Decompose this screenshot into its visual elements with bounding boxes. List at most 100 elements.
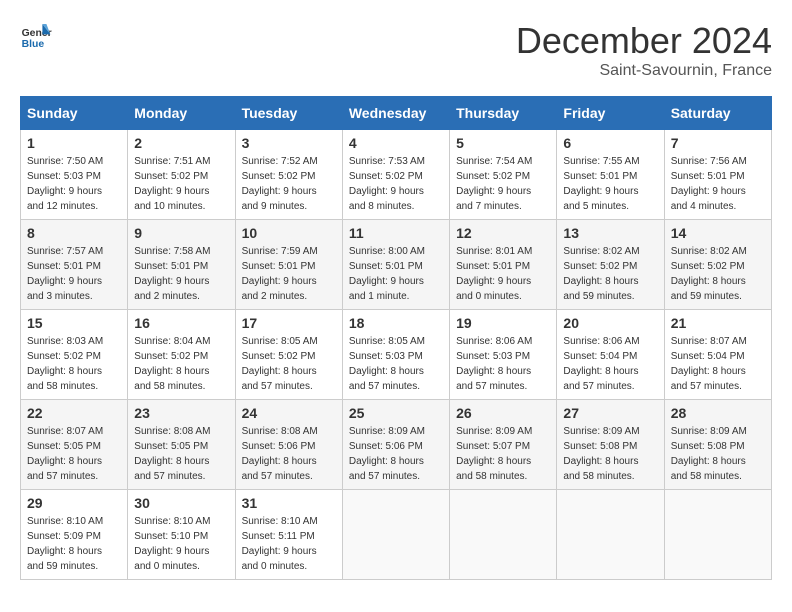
day-number: 13 xyxy=(563,225,657,241)
daylight-text: Daylight: 9 hours and 0 minutes. xyxy=(134,546,209,572)
sunset-text: Sunset: 5:01 PM xyxy=(563,171,637,182)
daylight-text: Daylight: 9 hours and 12 minutes. xyxy=(27,186,102,212)
svg-text:Blue: Blue xyxy=(22,39,45,50)
day-info: Sunrise: 7:55 AM Sunset: 5:01 PM Dayligh… xyxy=(563,154,657,214)
daylight-text: Daylight: 9 hours and 0 minutes. xyxy=(242,546,317,572)
daylight-text: Daylight: 9 hours and 10 minutes. xyxy=(134,186,209,212)
day-info: Sunrise: 8:09 AM Sunset: 5:06 PM Dayligh… xyxy=(349,424,443,484)
sunrise-text: Sunrise: 7:58 AM xyxy=(134,246,210,257)
day-number: 19 xyxy=(456,315,550,331)
sunrise-text: Sunrise: 7:53 AM xyxy=(349,156,425,167)
sunrise-text: Sunrise: 8:10 AM xyxy=(134,516,210,527)
calendar-cell: 9 Sunrise: 7:58 AM Sunset: 5:01 PM Dayli… xyxy=(128,220,235,310)
sunrise-text: Sunrise: 8:09 AM xyxy=(563,426,639,437)
calendar-cell: 19 Sunrise: 8:06 AM Sunset: 5:03 PM Dayl… xyxy=(450,310,557,400)
calendar-cell: 3 Sunrise: 7:52 AM Sunset: 5:02 PM Dayli… xyxy=(235,130,342,220)
sunrise-text: Sunrise: 8:02 AM xyxy=(671,246,747,257)
calendar-cell: 12 Sunrise: 8:01 AM Sunset: 5:01 PM Dayl… xyxy=(450,220,557,310)
daylight-text: Daylight: 8 hours and 58 minutes. xyxy=(671,456,746,482)
weekday-header-row: Sunday Monday Tuesday Wednesday Thursday… xyxy=(21,97,772,130)
daylight-text: Daylight: 8 hours and 58 minutes. xyxy=(134,366,209,392)
sunset-text: Sunset: 5:06 PM xyxy=(349,441,423,452)
header-tuesday: Tuesday xyxy=(235,97,342,130)
day-info: Sunrise: 8:00 AM Sunset: 5:01 PM Dayligh… xyxy=(349,244,443,304)
title-block: December 2024 Saint-Savournin, France xyxy=(516,20,772,80)
sunrise-text: Sunrise: 8:03 AM xyxy=(27,336,103,347)
calendar-cell: 16 Sunrise: 8:04 AM Sunset: 5:02 PM Dayl… xyxy=(128,310,235,400)
sunset-text: Sunset: 5:03 PM xyxy=(27,171,101,182)
sunset-text: Sunset: 5:02 PM xyxy=(671,261,745,272)
day-info: Sunrise: 8:04 AM Sunset: 5:02 PM Dayligh… xyxy=(134,334,228,394)
day-info: Sunrise: 8:07 AM Sunset: 5:04 PM Dayligh… xyxy=(671,334,765,394)
day-info: Sunrise: 8:02 AM Sunset: 5:02 PM Dayligh… xyxy=(671,244,765,304)
day-number: 30 xyxy=(134,495,228,511)
sunrise-text: Sunrise: 8:01 AM xyxy=(456,246,532,257)
sunset-text: Sunset: 5:04 PM xyxy=(671,351,745,362)
daylight-text: Daylight: 8 hours and 58 minutes. xyxy=(27,366,102,392)
calendar-cell: 2 Sunrise: 7:51 AM Sunset: 5:02 PM Dayli… xyxy=(128,130,235,220)
calendar-cell: 28 Sunrise: 8:09 AM Sunset: 5:08 PM Dayl… xyxy=(664,400,771,490)
day-info: Sunrise: 8:05 AM Sunset: 5:03 PM Dayligh… xyxy=(349,334,443,394)
sunset-text: Sunset: 5:05 PM xyxy=(27,441,101,452)
sunrise-text: Sunrise: 7:51 AM xyxy=(134,156,210,167)
sunrise-text: Sunrise: 8:10 AM xyxy=(242,516,318,527)
header-sunday: Sunday xyxy=(21,97,128,130)
day-number: 29 xyxy=(27,495,121,511)
day-number: 16 xyxy=(134,315,228,331)
sunrise-text: Sunrise: 8:09 AM xyxy=(349,426,425,437)
daylight-text: Daylight: 8 hours and 57 minutes. xyxy=(349,366,424,392)
day-number: 11 xyxy=(349,225,443,241)
daylight-text: Daylight: 9 hours and 0 minutes. xyxy=(456,276,531,302)
daylight-text: Daylight: 8 hours and 57 minutes. xyxy=(671,366,746,392)
sunrise-text: Sunrise: 7:50 AM xyxy=(27,156,103,167)
day-number: 20 xyxy=(563,315,657,331)
sunrise-text: Sunrise: 8:07 AM xyxy=(671,336,747,347)
daylight-text: Daylight: 8 hours and 57 minutes. xyxy=(456,366,531,392)
calendar-cell: 7 Sunrise: 7:56 AM Sunset: 5:01 PM Dayli… xyxy=(664,130,771,220)
sunset-text: Sunset: 5:06 PM xyxy=(242,441,316,452)
sunrise-text: Sunrise: 7:56 AM xyxy=(671,156,747,167)
calendar-week-row: 1 Sunrise: 7:50 AM Sunset: 5:03 PM Dayli… xyxy=(21,130,772,220)
day-number: 25 xyxy=(349,405,443,421)
calendar-cell: 22 Sunrise: 8:07 AM Sunset: 5:05 PM Dayl… xyxy=(21,400,128,490)
day-info: Sunrise: 8:09 AM Sunset: 5:08 PM Dayligh… xyxy=(563,424,657,484)
day-info: Sunrise: 8:08 AM Sunset: 5:06 PM Dayligh… xyxy=(242,424,336,484)
sunrise-text: Sunrise: 8:05 AM xyxy=(349,336,425,347)
sunrise-text: Sunrise: 7:55 AM xyxy=(563,156,639,167)
calendar-cell: 27 Sunrise: 8:09 AM Sunset: 5:08 PM Dayl… xyxy=(557,400,664,490)
day-number: 7 xyxy=(671,135,765,151)
sunset-text: Sunset: 5:11 PM xyxy=(242,531,315,542)
sunset-text: Sunset: 5:05 PM xyxy=(134,441,208,452)
daylight-text: Daylight: 9 hours and 2 minutes. xyxy=(242,276,317,302)
day-number: 31 xyxy=(242,495,336,511)
day-number: 22 xyxy=(27,405,121,421)
sunset-text: Sunset: 5:02 PM xyxy=(349,171,423,182)
sunset-text: Sunset: 5:02 PM xyxy=(242,351,316,362)
calendar-cell: 25 Sunrise: 8:09 AM Sunset: 5:06 PM Dayl… xyxy=(342,400,449,490)
sunrise-text: Sunrise: 8:09 AM xyxy=(456,426,532,437)
logo: General Blue xyxy=(20,20,52,52)
sunrise-text: Sunrise: 8:04 AM xyxy=(134,336,210,347)
sunset-text: Sunset: 5:02 PM xyxy=(134,171,208,182)
sunset-text: Sunset: 5:01 PM xyxy=(349,261,423,272)
daylight-text: Daylight: 9 hours and 3 minutes. xyxy=(27,276,102,302)
month-title: December 2024 xyxy=(516,20,772,62)
day-info: Sunrise: 8:10 AM Sunset: 5:11 PM Dayligh… xyxy=(242,514,336,574)
daylight-text: Daylight: 9 hours and 5 minutes. xyxy=(563,186,638,212)
day-number: 23 xyxy=(134,405,228,421)
sunset-text: Sunset: 5:10 PM xyxy=(134,531,208,542)
calendar-table: Sunday Monday Tuesday Wednesday Thursday… xyxy=(20,96,772,580)
calendar-week-row: 29 Sunrise: 8:10 AM Sunset: 5:09 PM Dayl… xyxy=(21,490,772,580)
day-number: 3 xyxy=(242,135,336,151)
logo-icon: General Blue xyxy=(20,20,52,52)
daylight-text: Daylight: 8 hours and 59 minutes. xyxy=(27,546,102,572)
sunrise-text: Sunrise: 8:08 AM xyxy=(134,426,210,437)
daylight-text: Daylight: 8 hours and 57 minutes. xyxy=(134,456,209,482)
daylight-text: Daylight: 9 hours and 1 minute. xyxy=(349,276,424,302)
daylight-text: Daylight: 8 hours and 57 minutes. xyxy=(242,366,317,392)
daylight-text: Daylight: 8 hours and 59 minutes. xyxy=(671,276,746,302)
sunset-text: Sunset: 5:01 PM xyxy=(134,261,208,272)
sunrise-text: Sunrise: 8:07 AM xyxy=(27,426,103,437)
calendar-cell: 26 Sunrise: 8:09 AM Sunset: 5:07 PM Dayl… xyxy=(450,400,557,490)
daylight-text: Daylight: 8 hours and 57 minutes. xyxy=(563,366,638,392)
